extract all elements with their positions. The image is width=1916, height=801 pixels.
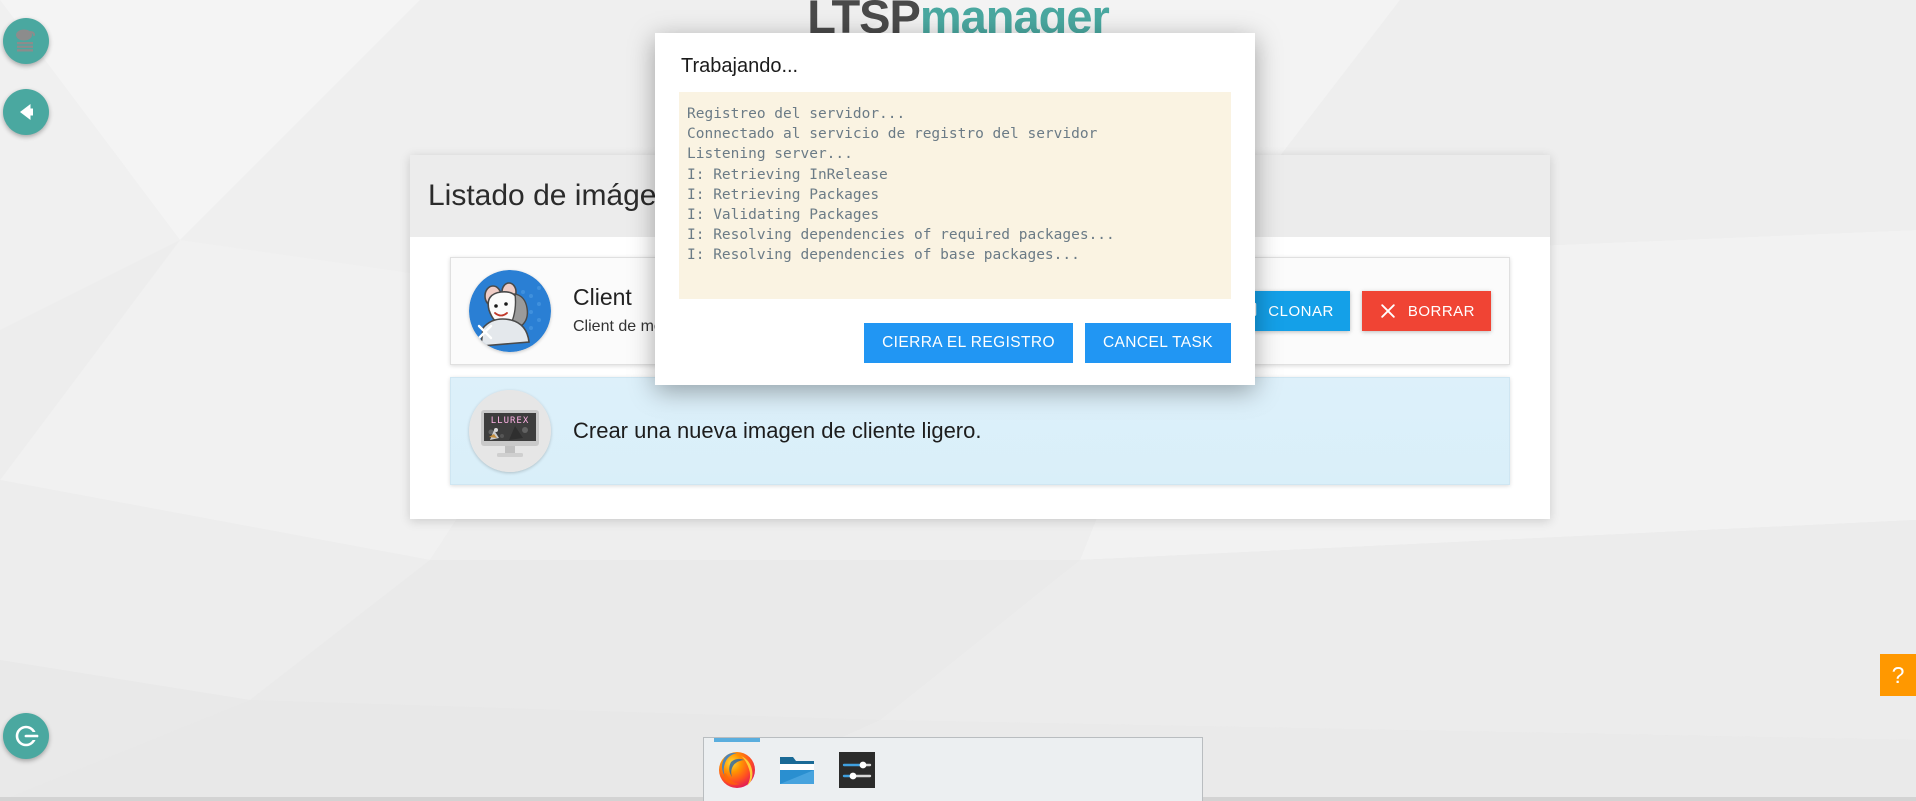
clone-button-label: CLONAR	[1268, 303, 1334, 320]
delete-button-label: BORRAR	[1408, 303, 1475, 320]
taskbar-item-firefox[interactable]	[714, 747, 760, 793]
layers-icon[interactable]	[3, 18, 49, 64]
lliurex-monitor-icon: LLUREX	[469, 390, 551, 472]
log-panel[interactable]: Registreo del servidor... Connectado al …	[679, 92, 1231, 299]
file-manager-icon	[778, 753, 816, 787]
back-arrow-icon[interactable]	[3, 89, 49, 135]
taskbar-item-file-manager[interactable]	[774, 747, 820, 793]
help-tab[interactable]: ?	[1880, 654, 1916, 696]
debian-mouse-avatar	[469, 270, 551, 352]
firefox-icon	[717, 750, 757, 790]
settings-sliders-icon	[838, 751, 876, 789]
power-icon[interactable]	[3, 713, 49, 759]
create-image-label: Crear una nueva imagen de cliente ligero…	[573, 418, 981, 444]
taskbar-item-settings[interactable]	[834, 747, 880, 793]
close-x-icon	[1378, 301, 1398, 321]
working-dialog: Trabajando... Registreo del servidor... …	[655, 33, 1255, 385]
delete-button[interactable]: BORRAR	[1362, 291, 1491, 331]
close-log-button[interactable]: CIERRA EL REGISTRO	[864, 323, 1073, 363]
list-item[interactable]: LLUREX Crear un	[450, 377, 1510, 485]
row-actions: CLONAR BORRAR	[1222, 291, 1491, 331]
dialog-actions: CIERRA EL REGISTRO CANCEL TASK	[655, 299, 1255, 385]
log-output: Registreo del servidor... Connectado al …	[687, 104, 1223, 266]
power-glyph	[11, 721, 41, 751]
dialog-title: Trabajando...	[655, 33, 1255, 92]
taskbar	[703, 737, 1203, 801]
cancel-task-button[interactable]: CANCEL TASK	[1085, 323, 1231, 363]
back-arrow-glyph	[12, 98, 40, 126]
question-mark-icon: ?	[1892, 664, 1905, 687]
layers-glyph	[12, 27, 40, 55]
svg-text:LLUREX: LLUREX	[491, 416, 530, 426]
page-title: Listado de imáge	[428, 179, 657, 213]
debian-mouse-icon	[469, 270, 551, 352]
lliurex-monitor-avatar: LLUREX	[469, 390, 551, 472]
